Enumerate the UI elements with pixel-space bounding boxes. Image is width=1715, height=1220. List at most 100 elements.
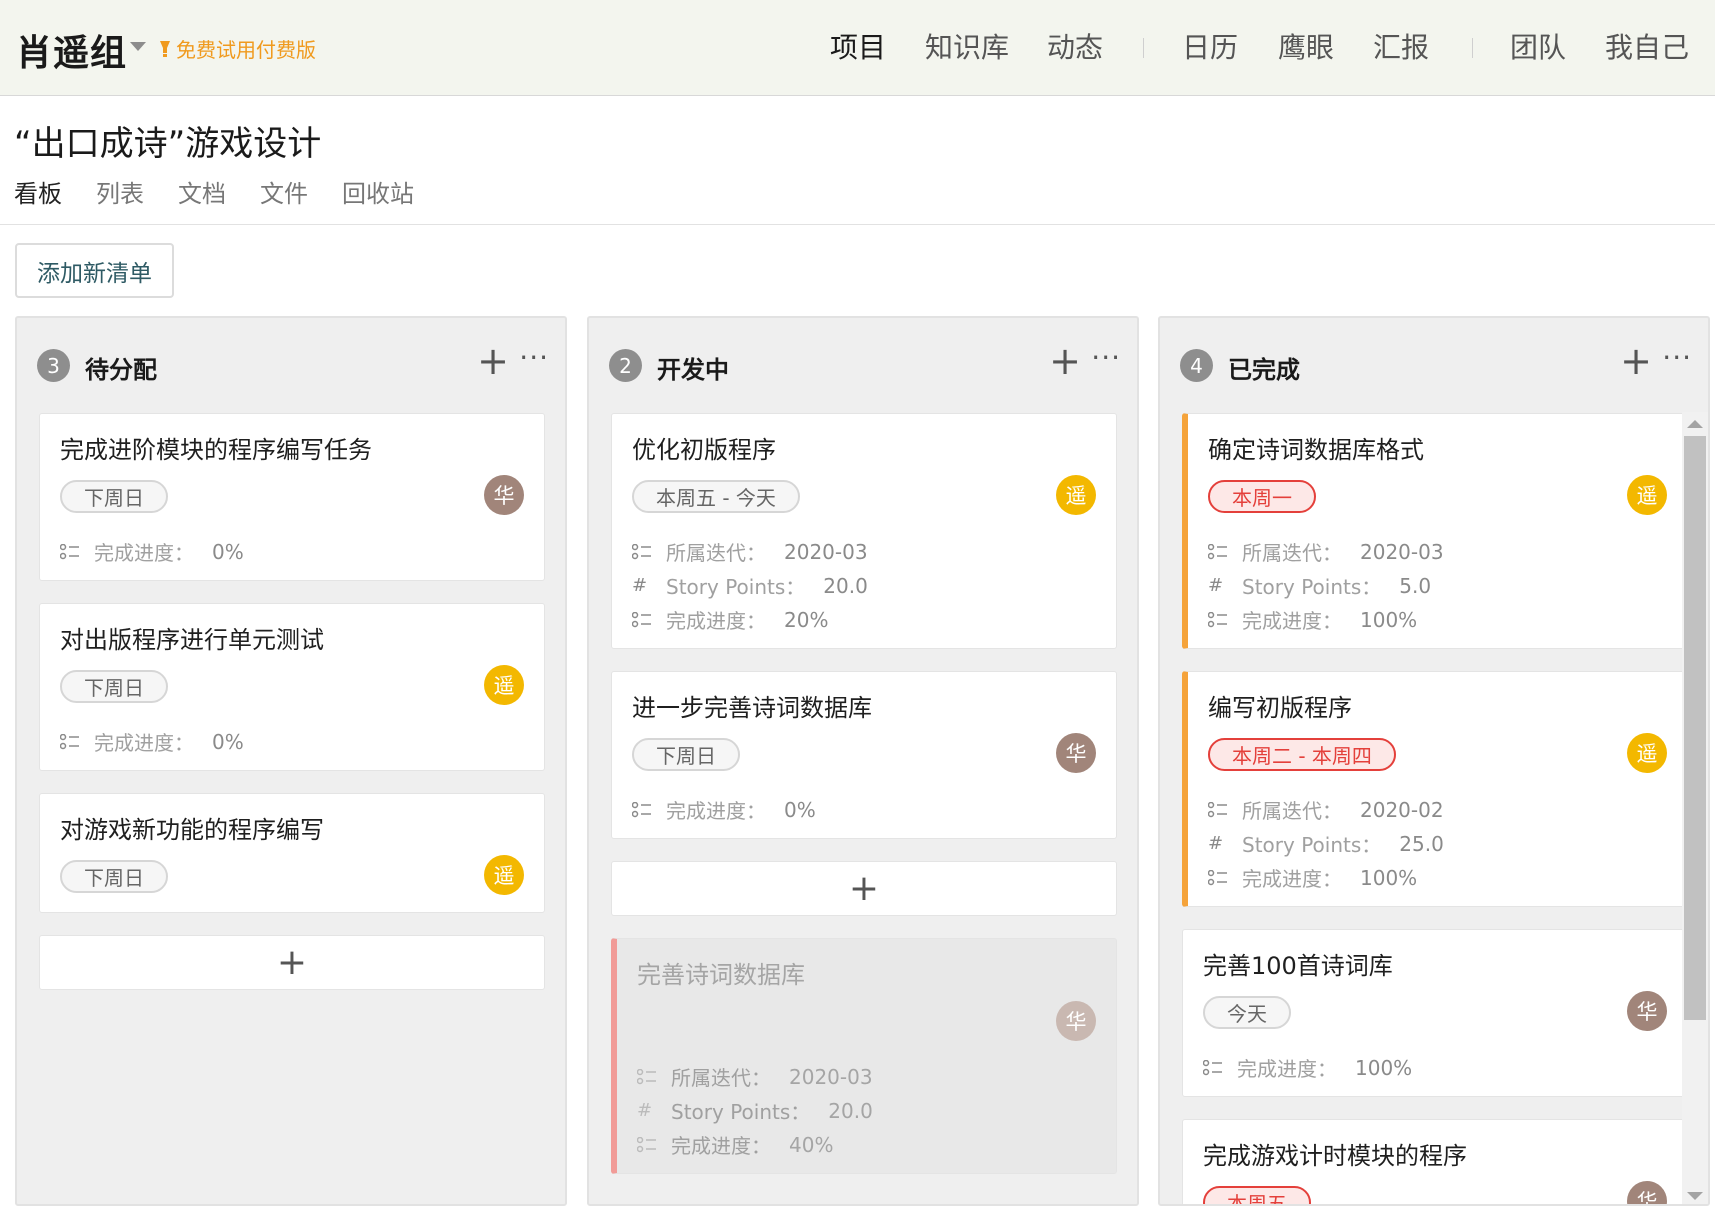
progress-row: 完成进度： 40% (637, 1130, 833, 1159)
avatar[interactable]: 华 (1627, 991, 1667, 1031)
plus-icon[interactable]: + (1049, 342, 1081, 380)
nav-reports[interactable]: 汇报 (1373, 26, 1429, 66)
progress-value: 0% (784, 797, 816, 822)
task-card[interactable]: 完成游戏计时模块的程序 本周五 华 (1182, 1119, 1688, 1204)
checklist-icon (1203, 1059, 1225, 1076)
task-card[interactable]: 确定诗词数据库格式 本周一 遥 所属迭代： 2020-03 # Story Po… (1182, 413, 1688, 649)
nav-hawkeye[interactable]: 鹰眼 (1278, 26, 1334, 66)
progress-label: 完成进度： (1242, 609, 1342, 633)
task-card[interactable]: 完善100首诗词库 今天 华 完成进度： 100% (1182, 929, 1688, 1097)
task-card[interactable]: 优化初版程序 本周五 - 今天 遥 所属迭代： 2020-03 # Story … (611, 413, 1117, 649)
due-date-tag: 下周日 (60, 480, 168, 513)
task-card[interactable]: 进一步完善诗词数据库 下周日 华 完成进度： 0% (611, 671, 1117, 839)
avatar[interactable]: 华 (1056, 1001, 1096, 1041)
plus-icon: + (848, 868, 880, 909)
due-date-tag: 本周一 (1208, 480, 1316, 513)
tab-board[interactable]: 看板 (14, 174, 62, 209)
tab-docs[interactable]: 文档 (178, 174, 226, 209)
nav-calendar[interactable]: 日历 (1182, 26, 1238, 66)
avatar[interactable]: 华 (1056, 733, 1096, 773)
story-points-row: # Story Points： 20.0 (632, 571, 868, 600)
progress-row: 完成进度： 0% (60, 537, 244, 566)
progress-label: 完成进度： (94, 731, 194, 755)
avatar[interactable]: 遥 (484, 855, 524, 895)
task-card[interactable]: 对游戏新功能的程序编写 下周日 遥 (39, 793, 545, 913)
progress-value: 40% (789, 1132, 834, 1157)
due-date-tag: 本周五 (1203, 1186, 1311, 1204)
scrollbar-thumb[interactable] (1684, 436, 1706, 1020)
bulb-icon (160, 40, 170, 57)
progress-value: 100% (1360, 607, 1418, 632)
column-unassigned: 3 待分配 + ··· 完成进阶模块的程序编写任务 下周日 华 完成进度： 0%… (15, 316, 567, 1206)
tab-recycle-bin[interactable]: 回收站 (342, 174, 414, 209)
task-card[interactable]: 对出版程序进行单元测试 下周日 遥 完成进度： 0% (39, 603, 545, 771)
story-points-label: Story Points： (1242, 833, 1382, 857)
plus-icon: + (276, 942, 308, 983)
more-icon[interactable]: ··· (1662, 344, 1692, 372)
progress-value: 100% (1355, 1055, 1413, 1080)
add-card-button[interactable]: + (611, 861, 1117, 916)
progress-label: 完成进度： (94, 541, 194, 565)
plus-icon[interactable]: + (477, 342, 509, 380)
checklist-icon (632, 543, 654, 560)
due-date-tag: 下周日 (60, 860, 168, 893)
avatar[interactable]: 遥 (1627, 475, 1667, 515)
card-title: 编写初版程序 (1208, 694, 1352, 722)
iteration-label: 所属迭代： (1242, 799, 1342, 823)
scroll-down-icon[interactable] (1687, 1192, 1703, 1200)
tab-list[interactable]: 列表 (96, 174, 144, 209)
add-list-button[interactable]: 添加新清单 (15, 243, 174, 298)
iteration-row: 所属迭代： 2020-03 (637, 1062, 873, 1091)
story-points-row: # Story Points： 20.0 (637, 1096, 873, 1125)
plus-icon[interactable]: + (1620, 342, 1652, 380)
team-name[interactable]: 肖遥组 (16, 24, 127, 76)
task-card[interactable]: 完成进阶模块的程序编写任务 下周日 华 完成进度： 0% (39, 413, 545, 581)
checklist-icon (1208, 869, 1230, 886)
checklist-icon (1208, 611, 1230, 628)
nav-activity[interactable]: 动态 (1047, 26, 1103, 66)
scroll-up-icon[interactable] (1687, 420, 1703, 428)
nav-divider (1143, 38, 1144, 58)
more-icon[interactable]: ··· (519, 344, 549, 372)
column-count-badge: 4 (1180, 349, 1213, 382)
tab-files[interactable]: 文件 (260, 174, 308, 209)
progress-value: 0% (212, 539, 244, 564)
progress-value: 0% (212, 729, 244, 754)
avatar[interactable]: 遥 (484, 665, 524, 705)
card-title: 优化初版程序 (632, 436, 776, 464)
iteration-value: 2020-03 (1360, 539, 1444, 564)
hash-icon: # (632, 575, 648, 596)
iteration-value: 2020-03 (789, 1064, 873, 1089)
progress-label: 完成进度： (1242, 867, 1342, 891)
iteration-label: 所属迭代： (671, 1066, 771, 1090)
avatar[interactable]: 遥 (1056, 475, 1096, 515)
nav-knowledge-base[interactable]: 知识库 (925, 26, 1009, 66)
column-title: 开发中 (657, 356, 729, 384)
column-scrollbar[interactable] (1682, 412, 1708, 1204)
avatar[interactable]: 华 (1627, 1181, 1667, 1204)
column-done: 4 已完成 + ··· 确定诗词数据库格式 本周一 遥 所属迭代： 2020-0… (1158, 316, 1710, 1206)
checklist-icon (1208, 543, 1230, 560)
progress-value: 20% (784, 607, 829, 632)
column-count-badge: 2 (609, 349, 642, 382)
nav-myself[interactable]: 我自己 (1605, 26, 1689, 66)
story-points-row: # Story Points： 5.0 (1208, 571, 1431, 600)
trial-link[interactable]: 免费试用付费版 (158, 34, 316, 63)
more-icon[interactable]: ··· (1091, 344, 1121, 372)
checklist-icon (637, 1068, 659, 1085)
due-date-tag: 下周日 (60, 670, 168, 703)
nav-team[interactable]: 团队 (1510, 26, 1566, 66)
card-title: 完善100首诗词库 (1203, 952, 1393, 980)
team-dropdown-icon[interactable] (130, 42, 146, 51)
progress-row: 完成进度： 100% (1203, 1053, 1412, 1082)
task-card-archived[interactable]: 完善诗词数据库 华 所属迭代： 2020-03 # Story Points： … (611, 938, 1117, 1174)
header-divider (0, 224, 1715, 225)
story-points-value: 5.0 (1399, 573, 1432, 598)
add-card-button[interactable]: + (39, 935, 545, 990)
avatar[interactable]: 遥 (1627, 733, 1667, 773)
progress-row: 完成进度： 0% (632, 795, 816, 824)
due-date-tag: 下周日 (632, 738, 740, 771)
task-card[interactable]: 编写初版程序 本周二 - 本周四 遥 所属迭代： 2020-02 # Story… (1182, 671, 1688, 907)
avatar[interactable]: 华 (484, 475, 524, 515)
nav-projects[interactable]: 项目 (830, 26, 886, 66)
